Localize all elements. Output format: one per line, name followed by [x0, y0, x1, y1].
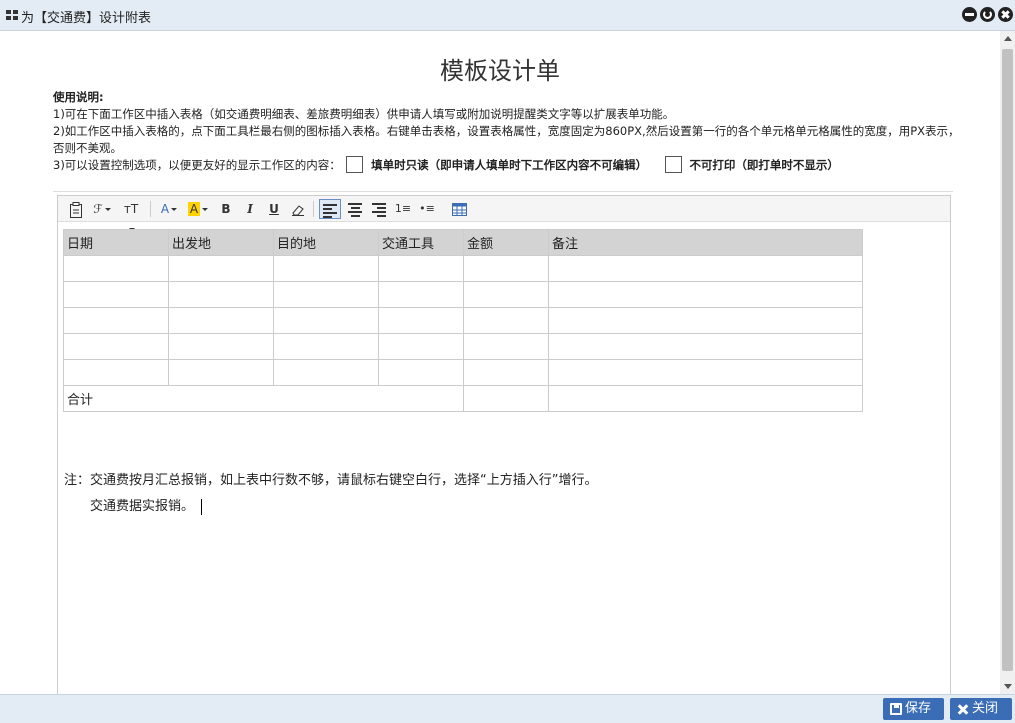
ordered-list-icon[interactable]: 1≡ [394, 199, 412, 219]
window-title: 为【交通费】设计附表 [21, 11, 152, 26]
editor-toolbar: ℱ тT A A B I U 1≡ •≡ [58, 196, 950, 231]
note-text-2-content: 交通费据实报销。 [90, 499, 195, 514]
page-title: 模板设计单 [440, 57, 560, 85]
paste-icon[interactable] [68, 199, 84, 219]
total-label: 合计 [63, 385, 464, 412]
toolbar-separator [150, 201, 151, 217]
minimize-icon[interactable] [962, 7, 977, 22]
close-icon[interactable] [998, 7, 1013, 22]
total-amount-cell[interactable] [463, 385, 549, 412]
close-button-label: 关闭 [972, 701, 999, 716]
note-text-2: 交通费据实报销。 [90, 495, 203, 515]
scrollbar-thumb[interactable] [1002, 49, 1013, 671]
underline-icon[interactable]: U [267, 199, 281, 219]
eraser-icon[interactable] [290, 199, 306, 219]
table-total-row[interactable]: 合计 [63, 385, 863, 412]
rich-text-editor[interactable]: ℱ тT A A B I U 1≡ •≡ 日期 出发地 目的地 交通工具 金额 … [57, 195, 951, 694]
align-center-icon[interactable] [346, 199, 364, 219]
noprint-checkbox[interactable] [664, 155, 682, 173]
close-button[interactable]: 关闭 [950, 698, 1012, 720]
table-header-row: 日期 出发地 目的地 交通工具 金额 备注 [63, 229, 863, 256]
table-header-departure: 出发地 [168, 229, 274, 256]
table-header-transport: 交通工具 [378, 229, 464, 256]
table-header-remark: 备注 [548, 229, 863, 256]
unordered-list-icon[interactable]: •≡ [418, 199, 436, 219]
text-cursor [201, 498, 203, 515]
table-row[interactable] [63, 255, 863, 282]
instruction-line-2: 2)如工作区中插入表格的，点下面工具栏最右侧的图标插入表格。右键单击表格，设置表… [53, 124, 960, 155]
font-family-icon[interactable]: ℱ [92, 199, 112, 219]
table-row[interactable] [63, 359, 863, 386]
divider [53, 191, 953, 192]
grid-icon [6, 10, 18, 21]
restore-icon[interactable] [980, 7, 995, 22]
instructions: 使用说明: 1)可在下面工作区中插入表格（如交通费明细表、差旅费明细表）供申请人… [53, 89, 963, 174]
scroll-up-icon[interactable] [1000, 31, 1015, 46]
bold-icon[interactable]: B [219, 199, 233, 219]
table-header-date: 日期 [63, 229, 169, 256]
font-color-icon[interactable]: A [159, 199, 179, 219]
scroll-down-icon[interactable] [1000, 679, 1015, 694]
italic-icon[interactable]: I [243, 199, 257, 219]
note-text-1: 注：交通费按月汇总报销，如上表中行数不够，请鼠标右键空白行，选择“上方插入行”增… [64, 473, 598, 488]
insert-table-icon[interactable] [450, 199, 468, 219]
align-left-icon[interactable] [319, 199, 341, 219]
vertical-scrollbar[interactable] [1000, 31, 1015, 694]
instruction-line-3: 3)可以设置控制选项，以便更友好的显示工作区的内容： 填单时只读（即申请人填单时… [53, 155, 963, 174]
instructions-heading: 使用说明: [53, 90, 104, 104]
save-button[interactable]: 保存 [883, 698, 944, 720]
dialog-footer: 保存 关闭 [0, 694, 1015, 723]
window-titlebar: 为【交通费】设计附表 [0, 0, 1015, 31]
dialog-content: 模板设计单 使用说明: 1)可在下面工作区中插入表格（如交通费明细表、差旅费明细… [0, 31, 1000, 694]
table-row[interactable] [63, 333, 863, 360]
instruction-line-3-text: 3)可以设置控制选项，以便更友好的显示工作区的内容： [53, 158, 341, 172]
table-header-amount: 金额 [463, 229, 549, 256]
readonly-checkbox[interactable] [346, 155, 364, 173]
font-size-icon[interactable]: тT [120, 199, 142, 231]
table-row[interactable] [63, 281, 863, 308]
close-x-icon [957, 703, 969, 715]
expense-table[interactable]: 日期 出发地 目的地 交通工具 金额 备注 合计 [63, 229, 863, 412]
align-right-icon[interactable] [370, 199, 388, 219]
table-row[interactable] [63, 307, 863, 334]
total-remark-cell[interactable] [548, 385, 863, 412]
save-icon [890, 703, 902, 715]
table-header-destination: 目的地 [273, 229, 379, 256]
instruction-line-1: 1)可在下面工作区中插入表格（如交通费明细表、差旅费明细表）供申请人填写或附加说… [53, 107, 675, 121]
toolbar-separator [313, 201, 314, 217]
highlight-icon[interactable]: A [187, 199, 209, 219]
save-button-label: 保存 [905, 701, 932, 716]
readonly-checkbox-label: 填单时只读（即申请人填单时下工作区内容不可编辑） [371, 158, 648, 172]
noprint-checkbox-label: 不可打印（即打单时不显示） [689, 158, 839, 172]
